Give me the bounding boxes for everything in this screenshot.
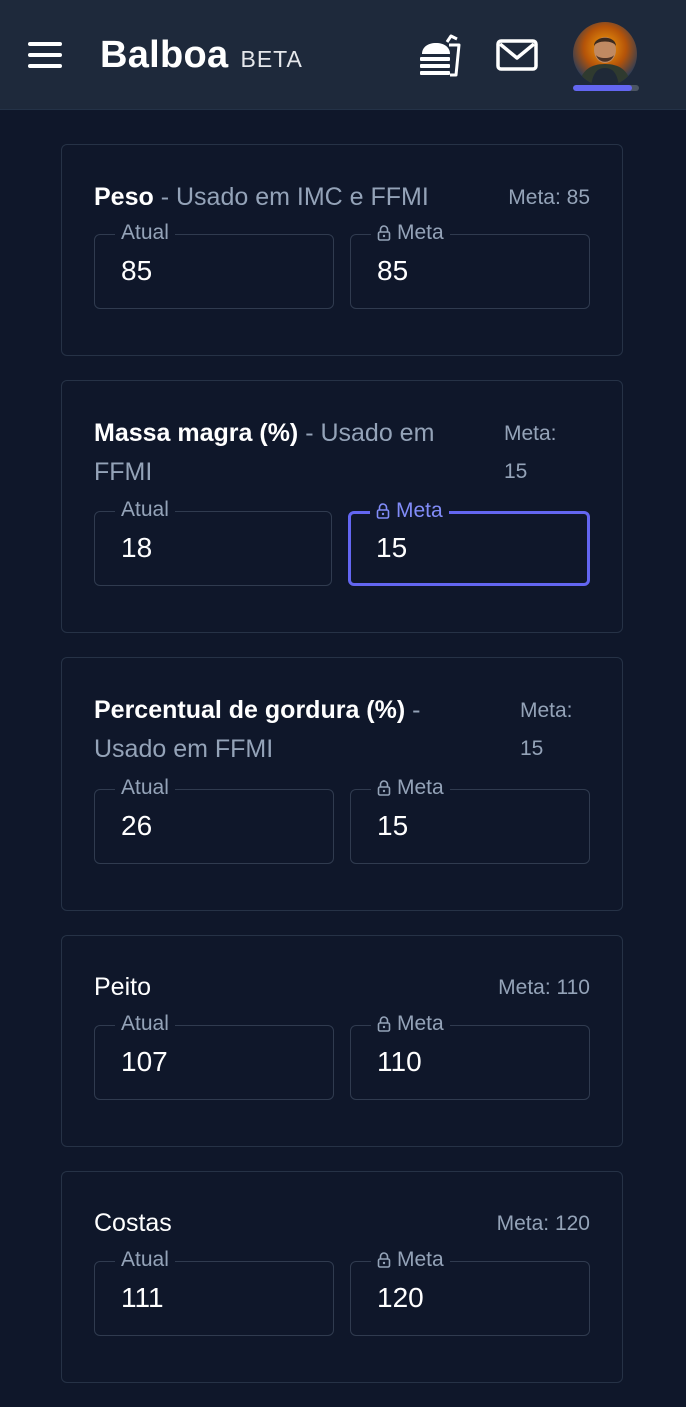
card-peito: Peito Meta: 110 Atual Meta xyxy=(61,935,623,1147)
card-title: Peso - Usado em IMC e FFMI xyxy=(94,183,429,211)
card-percentual-gordura: Percentual de gordura (%) - Usado em FFM… xyxy=(61,657,623,911)
current-field[interactable]: Atual xyxy=(94,1246,334,1336)
measurements-list: Peso - Usado em IMC e FFMI Meta: 85 Atua… xyxy=(61,144,623,1407)
card-meta: Meta: 120 xyxy=(496,1212,590,1235)
brand[interactable]: Balboa BETA xyxy=(100,34,303,77)
target-input[interactable] xyxy=(377,810,557,842)
target-field[interactable]: Meta xyxy=(350,1246,590,1336)
top-app-bar: Balboa BETA xyxy=(0,0,686,110)
card-title: Percentual de gordura (%) - Usado em FFM… xyxy=(94,696,421,763)
current-label: Atual xyxy=(115,219,175,247)
current-input[interactable] xyxy=(121,1046,301,1078)
card-meta: Meta: 85 xyxy=(508,186,590,209)
target-input[interactable] xyxy=(376,532,556,564)
mail-icon[interactable] xyxy=(492,30,542,80)
lock-icon xyxy=(377,1252,391,1268)
current-label: Atual xyxy=(115,774,175,802)
target-label: Meta xyxy=(371,1010,450,1038)
target-input[interactable] xyxy=(377,1046,557,1078)
user-avatar[interactable] xyxy=(573,22,637,86)
current-label: Atual xyxy=(115,1246,175,1274)
profile-progress-bar xyxy=(573,85,639,91)
card-meta: Meta: 110 xyxy=(498,976,590,999)
current-input[interactable] xyxy=(121,255,301,287)
target-field[interactable]: Meta xyxy=(350,774,590,864)
current-input[interactable] xyxy=(121,532,301,564)
target-field[interactable]: Meta xyxy=(348,497,590,586)
current-label: Atual xyxy=(115,1010,175,1038)
current-input[interactable] xyxy=(121,810,301,842)
profile-progress-fill xyxy=(573,85,633,91)
current-label: Atual xyxy=(115,496,175,524)
current-field[interactable]: Atual xyxy=(94,774,334,864)
target-input[interactable] xyxy=(377,255,557,287)
card-meta: Meta: 15 xyxy=(504,422,557,483)
card-massa-magra: Massa magra (%) - Usado em FFMI Meta: 15… xyxy=(61,380,623,633)
hamburger-menu-icon[interactable] xyxy=(22,36,68,74)
card-costas: Costas Meta: 120 Atual Meta xyxy=(61,1171,623,1383)
target-input[interactable] xyxy=(377,1282,557,1314)
target-label: Meta xyxy=(371,1246,450,1274)
lock-icon xyxy=(376,503,390,519)
target-field[interactable]: Meta xyxy=(350,219,590,309)
target-label: Meta xyxy=(370,497,449,525)
card-meta: Meta: 15 xyxy=(520,699,573,760)
beta-badge: BETA xyxy=(240,46,303,72)
target-field[interactable]: Meta xyxy=(350,1010,590,1100)
food-tray-icon[interactable] xyxy=(414,30,464,80)
brand-name: Balboa xyxy=(100,34,229,76)
card-title: Massa magra (%) - Usado em FFMI xyxy=(94,419,435,486)
card-peso: Peso - Usado em IMC e FFMI Meta: 85 Atua… xyxy=(61,144,623,356)
current-field[interactable]: Atual xyxy=(94,1010,334,1100)
current-field[interactable]: Atual xyxy=(94,219,334,309)
lock-icon xyxy=(377,1016,391,1032)
current-field[interactable]: Atual xyxy=(94,496,332,586)
target-label: Meta xyxy=(371,219,450,247)
lock-icon xyxy=(377,780,391,796)
current-input[interactable] xyxy=(121,1282,301,1314)
target-label: Meta xyxy=(371,774,450,802)
profile-menu[interactable] xyxy=(570,22,640,94)
lock-icon xyxy=(377,225,391,241)
